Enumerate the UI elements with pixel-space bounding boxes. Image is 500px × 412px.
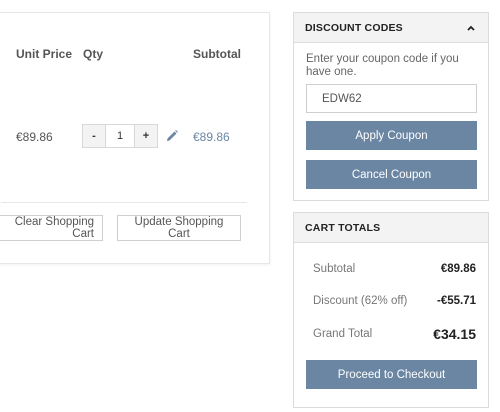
- totals-panel-header: CART TOTALS: [294, 213, 488, 243]
- coupon-description: Enter your coupon code if you have one.: [306, 53, 459, 78]
- apply-coupon-button[interactable]: Apply Coupon: [306, 121, 477, 150]
- chevron-up-icon[interactable]: [465, 22, 477, 34]
- pencil-icon[interactable]: [165, 129, 179, 143]
- qty-decrease-button[interactable]: -: [83, 125, 105, 147]
- qty-increase-button[interactable]: +: [135, 125, 157, 147]
- qty-input[interactable]: [105, 125, 135, 147]
- totals-value: €89.86: [440, 263, 476, 275]
- totals-label: Discount (62% off): [313, 295, 408, 307]
- totals-label: Subtotal: [313, 263, 356, 275]
- totals-label: Grand Total: [313, 328, 373, 340]
- header-subtotal: Subtotal: [193, 47, 241, 61]
- coupon-code-input[interactable]: [306, 84, 477, 113]
- totals-value: €34.15: [433, 326, 476, 342]
- header-qty: Qty: [83, 47, 104, 61]
- totals-row-discount: Discount (62% off) -€55.71: [313, 295, 476, 307]
- item-subtotal: €89.86: [193, 130, 230, 144]
- cart-table: Unit Price Qty Subtotal €89.86 - + €89.8…: [0, 12, 270, 264]
- clear-cart-button[interactable]: Clear Shopping Cart: [0, 215, 103, 241]
- totals-value: -€55.71: [436, 295, 476, 307]
- item-unit-price: €89.86: [16, 130, 53, 144]
- discount-codes-panel: DISCOUNT CODES Enter your coupon code if…: [293, 12, 489, 201]
- header-unit-price: Unit Price: [16, 47, 73, 61]
- totals-row-subtotal: Subtotal €89.86: [313, 263, 476, 275]
- update-cart-button[interactable]: Update Shopping Cart: [117, 215, 241, 241]
- discount-panel-header[interactable]: DISCOUNT CODES: [294, 13, 488, 43]
- quantity-stepper: - +: [82, 124, 158, 148]
- cancel-coupon-button[interactable]: Cancel Coupon: [306, 160, 477, 189]
- cart-totals-panel: CART TOTALS Subtotal €89.86 Discount (62…: [293, 212, 489, 408]
- totals-title: CART TOTALS: [305, 221, 381, 234]
- proceed-to-checkout-button[interactable]: Proceed to Checkout: [306, 360, 477, 389]
- discount-title: DISCOUNT CODES: [305, 21, 403, 34]
- totals-row-grand-total: Grand Total €34.15: [313, 326, 476, 342]
- divider: [1, 202, 247, 203]
